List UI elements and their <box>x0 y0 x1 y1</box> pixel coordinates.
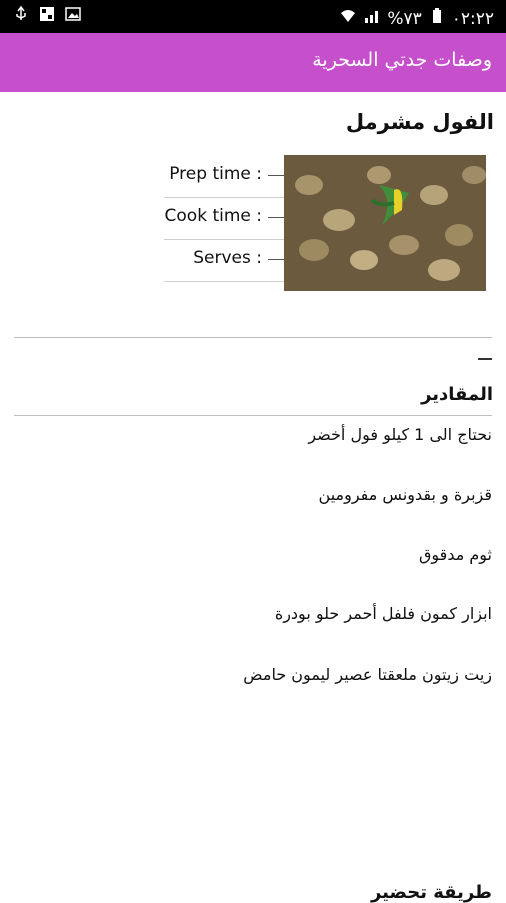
app-bar: وصفات جدتي السحرية <box>0 33 506 92</box>
battery-icon <box>428 7 446 30</box>
serves-dash <box>268 259 284 260</box>
usb-icon <box>12 5 30 27</box>
wifi-icon <box>339 7 357 30</box>
notification-icon <box>38 5 56 27</box>
image-icon <box>64 5 82 27</box>
app-title: وصفات جدتي السحرية <box>312 49 492 71</box>
battery-percent: %٧٣ <box>387 8 422 29</box>
ingredient-item: قزبرة و بقدونس مفرومين <box>318 485 492 504</box>
ingredient-item: نحتاج الى 1 كيلو فول أخضر <box>308 425 492 444</box>
recipe-title: الفول مشرمل <box>345 110 494 134</box>
ingredients-divider <box>14 415 492 416</box>
ingredient-item: ثوم مدقوق <box>418 545 492 564</box>
prep-time-dash <box>268 175 284 176</box>
prep-time-label: Prep time : <box>169 164 262 184</box>
prep-time-row: Prep time : <box>164 155 284 198</box>
divider <box>14 337 492 338</box>
cook-time-row: Cook time : <box>164 197 284 240</box>
signal-icon <box>363 7 381 30</box>
serves-label: Serves : <box>193 248 262 268</box>
status-bar: %٧٣ ٠٢:٢٢ <box>0 0 506 33</box>
serves-row: Serves : <box>164 239 284 282</box>
recipe-content[interactable]: الفول مشرمل Prep time : Cook time : Serv… <box>0 92 506 903</box>
status-left-cluster: %٧٣ ٠٢:٢٢ <box>339 7 494 30</box>
recipe-photo <box>284 155 486 291</box>
cook-time-dash <box>268 217 284 218</box>
cook-time-label: Cook time : <box>164 206 262 226</box>
status-right-cluster <box>12 5 82 27</box>
dash-marker <box>478 358 492 360</box>
ingredient-item: زيت زيتون ملعقتا عصير ليمون حامض <box>243 665 492 684</box>
ingredients-heading: المقادير <box>421 384 493 405</box>
clock: ٠٢:٢٢ <box>451 8 494 29</box>
ingredient-item: ابزار كمون فلفل أحمر حلو بودرة <box>274 604 492 623</box>
